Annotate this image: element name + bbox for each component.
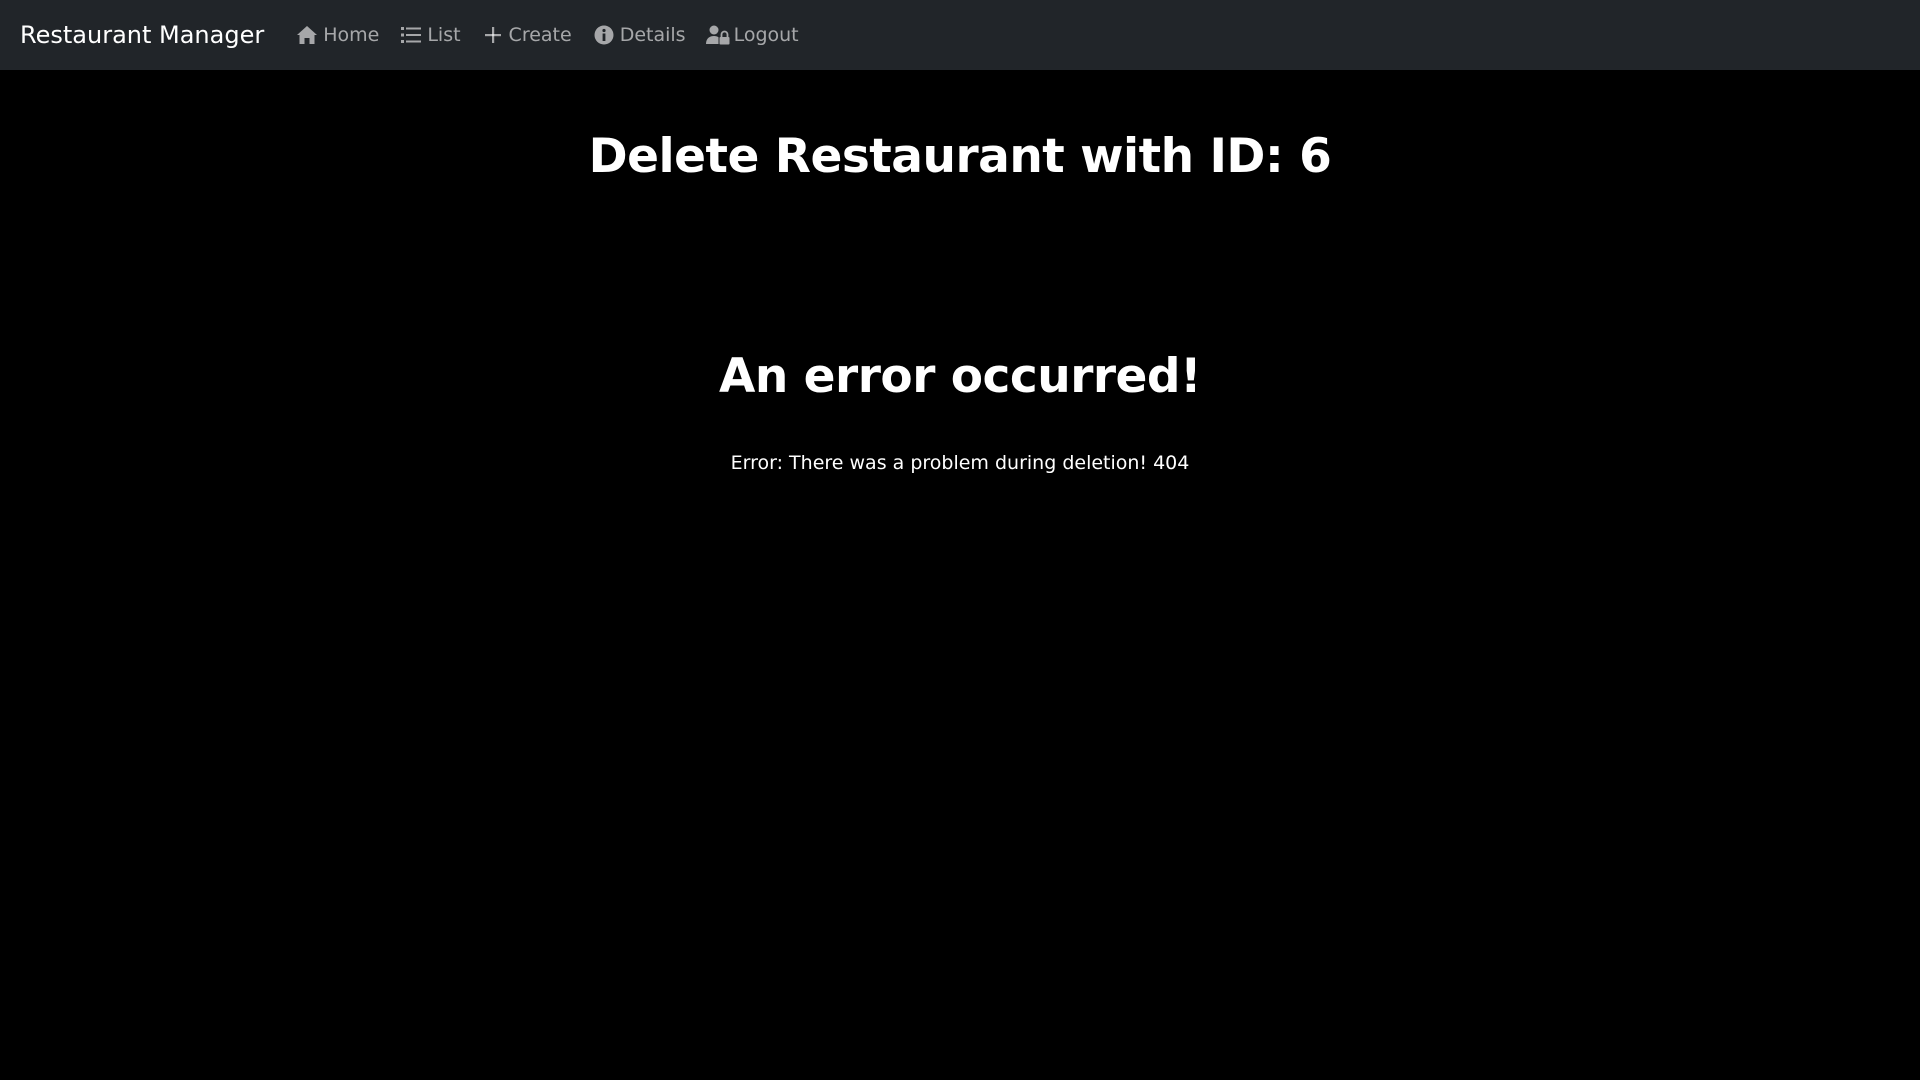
nav-item-details[interactable]: Details: [592, 24, 686, 46]
main-content: Delete Restaurant with ID: 6 An error oc…: [0, 70, 1920, 1080]
user-lock-icon: [705, 24, 730, 46]
nav-item-label: Home: [323, 24, 380, 46]
navbar: Restaurant Manager Home List Create Deta…: [0, 0, 1920, 70]
nav-item-label: Details: [619, 24, 686, 46]
error-message: Error: There was a problem during deleti…: [730, 452, 1190, 474]
brand-link[interactable]: Restaurant Manager: [20, 21, 264, 49]
plus-icon: [481, 24, 505, 46]
nav-item-label: Logout: [733, 24, 799, 46]
error-heading: An error occurred!: [718, 349, 1202, 404]
nav-item-label: List: [427, 24, 461, 46]
list-icon: [399, 24, 423, 46]
nav-item-home[interactable]: Home: [295, 24, 379, 46]
nav-menu: Home List Create Details Logout: [275, 24, 799, 46]
home-icon: [295, 24, 319, 46]
nav-item-list[interactable]: List: [399, 24, 461, 46]
info-circle-icon: [592, 24, 616, 46]
nav-item-logout[interactable]: Logout: [705, 24, 799, 46]
nav-item-create[interactable]: Create: [481, 24, 572, 46]
page-title: Delete Restaurant with ID: 6: [588, 129, 1332, 184]
nav-item-label: Create: [508, 24, 572, 46]
